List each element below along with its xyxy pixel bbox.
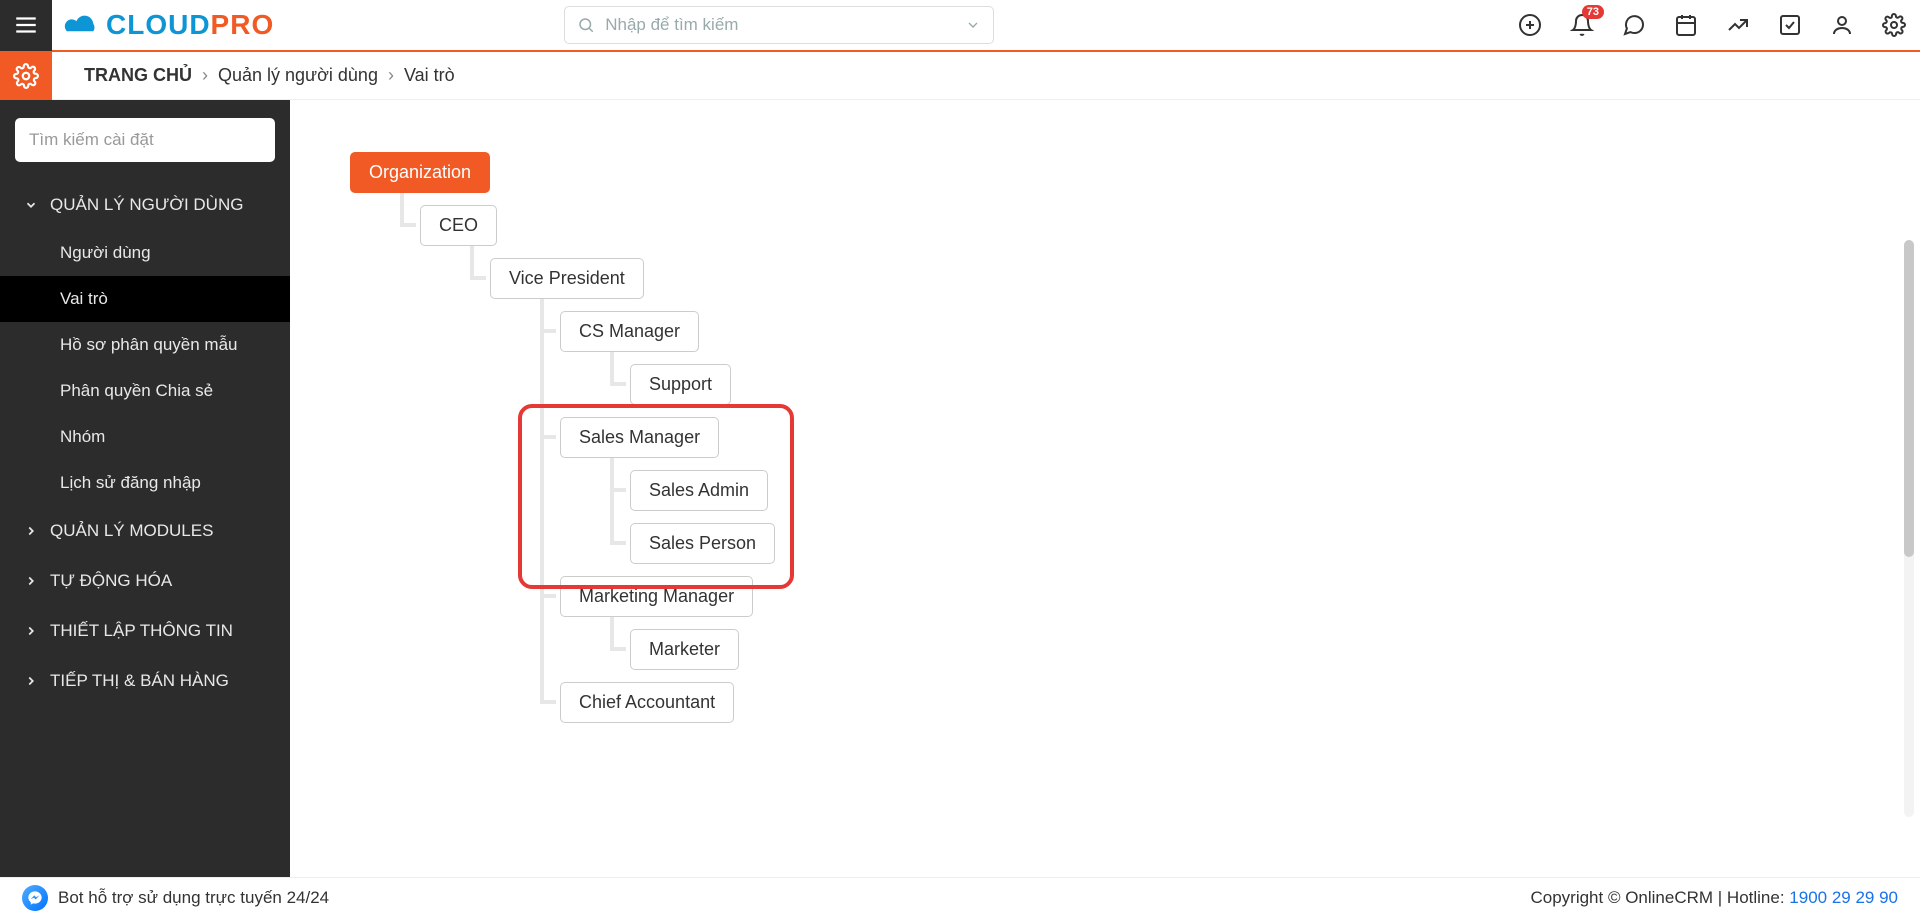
messenger-icon[interactable]	[22, 885, 48, 911]
notifications-button[interactable]: 73	[1570, 13, 1594, 37]
breadcrumb-sep: ›	[202, 65, 208, 86]
global-search[interactable]	[564, 6, 994, 44]
scrollbar-thumb[interactable]	[1904, 240, 1914, 557]
tree-node-marketing-manager[interactable]: Marketing Manager	[560, 576, 753, 617]
logo-text-cloud: CLOUD	[106, 9, 211, 41]
chevron-right-icon	[24, 674, 38, 688]
sidebar-item-roles[interactable]: Vai trò	[0, 276, 290, 322]
tree-node-chief-accountant[interactable]: Chief Accountant	[560, 682, 734, 723]
search-icon	[577, 16, 595, 34]
scrollbar-track[interactable]	[1904, 240, 1914, 817]
cloud-icon	[62, 10, 102, 40]
tree-node-organization[interactable]: Organization	[350, 152, 490, 193]
sidebar-cat-modules[interactable]: QUẢN LÝ MODULES	[0, 506, 290, 556]
settings-sidebar: QUẢN LÝ NGƯỜI DÙNG Người dùng Vai trò Hồ…	[0, 100, 290, 877]
sidebar-cat-automation[interactable]: TỰ ĐỘNG HÓA	[0, 556, 290, 606]
sidebar-item-users[interactable]: Người dùng	[0, 230, 290, 276]
menu-toggle-button[interactable]	[0, 0, 52, 51]
footer-hotline-link[interactable]: 1900 29 29 90	[1789, 888, 1898, 907]
chat-button[interactable]	[1622, 13, 1646, 37]
footer-copyright: Copyright © OnlineCRM | Hotline:	[1530, 888, 1789, 907]
tree-node-support[interactable]: Support	[630, 364, 731, 405]
top-bar: CLOUDPRO 73	[0, 0, 1920, 52]
breadcrumb-level2: Vai trò	[404, 65, 455, 86]
search-input[interactable]	[605, 15, 965, 35]
sidebar-cat-config[interactable]: THIẾT LẬP THÔNG TIN	[0, 606, 290, 656]
sidebar-cat-label: THIẾT LẬP THÔNG TIN	[50, 621, 233, 641]
sidebar-item-profiles[interactable]: Hồ sơ phân quyền mẫu	[0, 322, 290, 368]
breadcrumb-home[interactable]: TRANG CHỦ	[84, 65, 192, 86]
tree-node-sales-person[interactable]: Sales Person	[630, 523, 775, 564]
sidebar-cat-label: TIẾP THỊ & BÁN HÀNG	[50, 671, 229, 691]
chevron-right-icon	[24, 524, 38, 538]
sidebar-cat-user-management[interactable]: QUẢN LÝ NGƯỜI DÙNG	[0, 180, 290, 230]
notification-badge: 73	[1582, 5, 1604, 19]
breadcrumb: TRANG CHỦ › Quản lý người dùng › Vai trò	[52, 65, 455, 86]
footer-left: Bot hỗ trợ sử dụng trực tuyến 24/24	[22, 885, 329, 911]
footer-bot-text: Bot hỗ trợ sử dụng trực tuyến 24/24	[58, 888, 329, 908]
breadcrumb-bar: TRANG CHỦ › Quản lý người dùng › Vai trò	[0, 52, 1920, 100]
tree-node-cs-manager[interactable]: CS Manager	[560, 311, 699, 352]
calendar-button[interactable]	[1674, 13, 1698, 37]
sidebar-cat-label: QUẢN LÝ MODULES	[50, 521, 213, 541]
app-logo[interactable]: CLOUDPRO	[62, 9, 274, 41]
main-area: QUẢN LÝ NGƯỜI DÙNG Người dùng Vai trò Hồ…	[0, 100, 1920, 877]
tree-node-ceo[interactable]: CEO	[420, 205, 497, 246]
sidebar-cat-marketing[interactable]: TIẾP THỊ & BÁN HÀNG	[0, 656, 290, 706]
chevron-down-icon[interactable]	[965, 17, 981, 33]
reports-button[interactable]	[1726, 13, 1750, 37]
breadcrumb-level1[interactable]: Quản lý người dùng	[218, 65, 378, 86]
chevron-right-icon	[24, 574, 38, 588]
sidebar-search	[15, 118, 275, 162]
sidebar-item-groups[interactable]: Nhóm	[0, 414, 290, 460]
sidebar-item-sharing[interactable]: Phân quyền Chia sẻ	[0, 368, 290, 414]
chevron-right-icon	[24, 624, 38, 638]
footer-bar: Bot hỗ trợ sử dụng trực tuyến 24/24 Copy…	[0, 877, 1920, 917]
breadcrumb-sep: ›	[388, 65, 394, 86]
logo-text-pro: PRO	[211, 9, 275, 41]
tree-node-marketer[interactable]: Marketer	[630, 629, 739, 670]
settings-button[interactable]	[1882, 13, 1906, 37]
tree-node-sales-admin[interactable]: Sales Admin	[630, 470, 768, 511]
tasks-button[interactable]	[1778, 13, 1802, 37]
settings-panel-button[interactable]	[0, 52, 52, 100]
sidebar-search-input[interactable]	[15, 118, 275, 162]
tree-node-vp[interactable]: Vice President	[490, 258, 644, 299]
tree-node-sales-manager[interactable]: Sales Manager	[560, 417, 719, 458]
top-icon-bar: 73	[1518, 13, 1906, 37]
sidebar-item-login-history[interactable]: Lịch sử đăng nhập	[0, 460, 290, 506]
sidebar-cat-label: QUẢN LÝ NGƯỜI DÙNG	[50, 195, 243, 215]
chevron-down-icon	[24, 198, 38, 212]
sidebar-cat-label: TỰ ĐỘNG HÓA	[50, 571, 172, 591]
profile-button[interactable]	[1830, 13, 1854, 37]
add-button[interactable]	[1518, 13, 1542, 37]
content-area: Organization CEO Vice President CS Manag…	[290, 100, 1920, 877]
footer-right: Copyright © OnlineCRM | Hotline: 1900 29…	[1530, 888, 1898, 908]
role-tree: Organization CEO Vice President CS Manag…	[350, 140, 1920, 723]
